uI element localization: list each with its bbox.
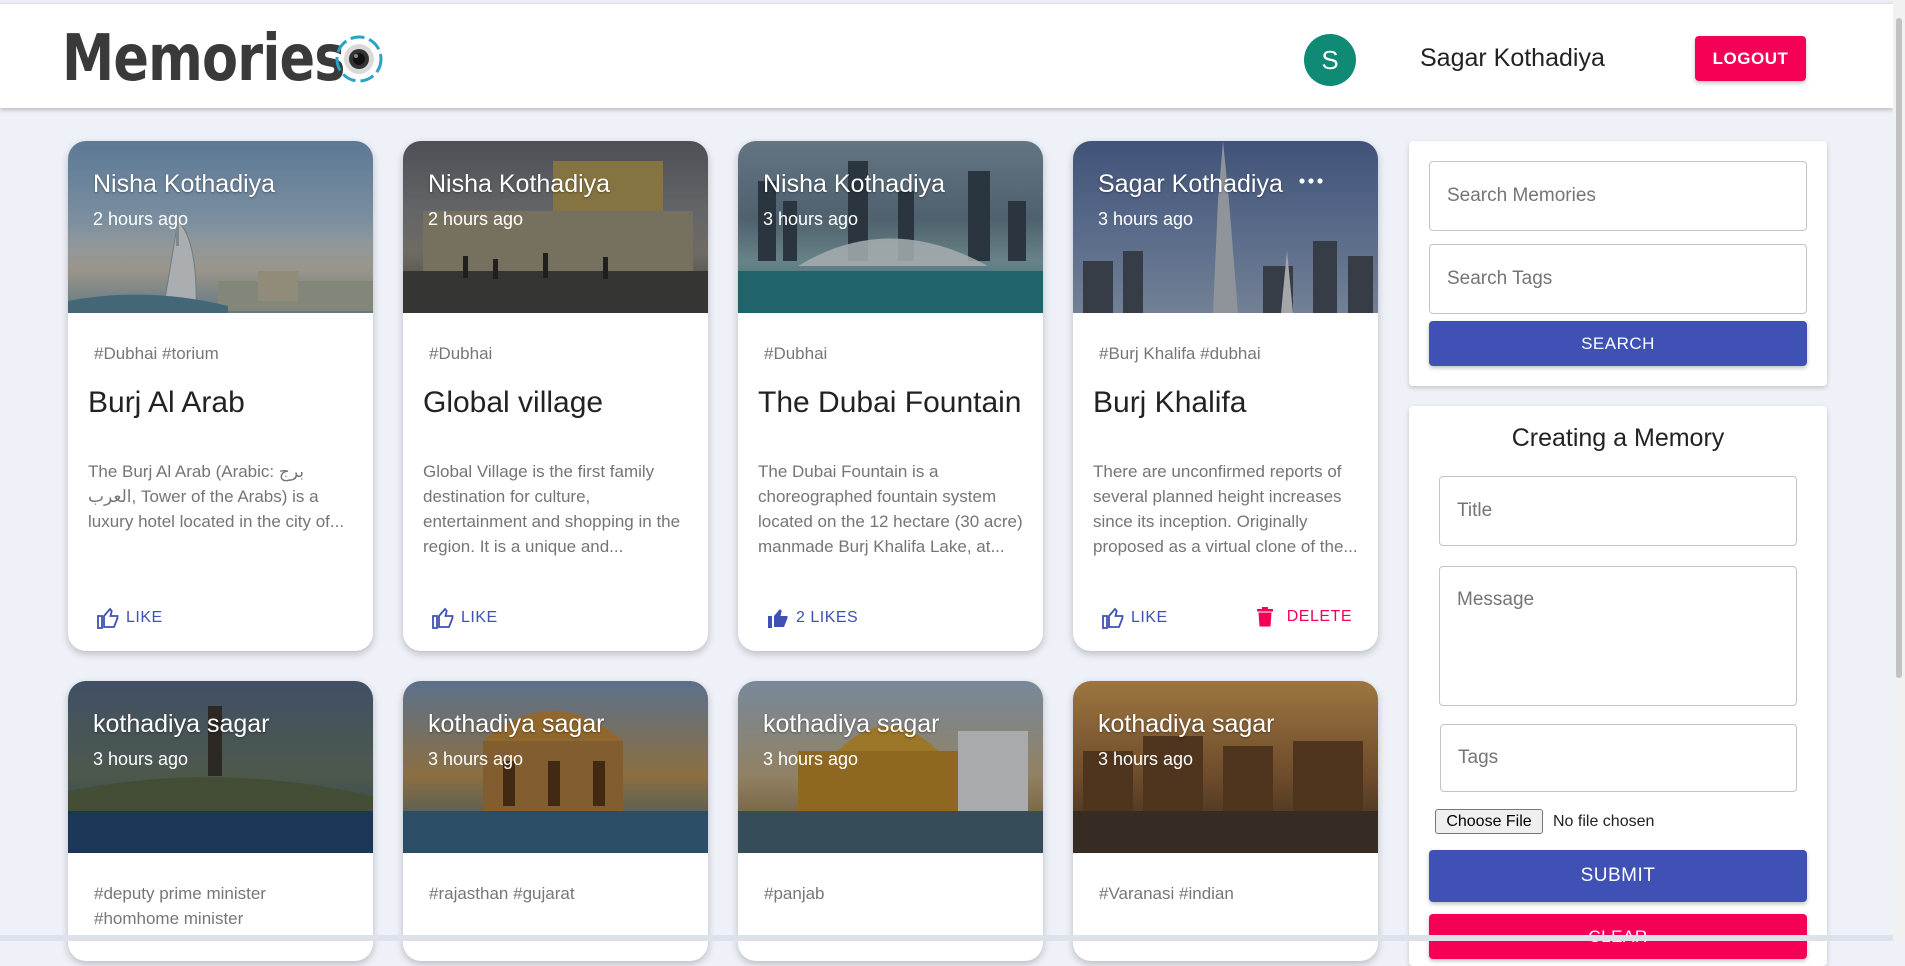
card-image: Nisha Kothadiya 2 hours ago xyxy=(68,141,373,313)
avatar[interactable]: S xyxy=(1304,34,1356,86)
thumb-up-outline-icon xyxy=(97,607,119,629)
memory-card: kothadiya sagar 3 hours ago #deputy prim… xyxy=(68,681,373,961)
like-button[interactable]: 2 LIKES xyxy=(766,607,858,629)
user-name: Sagar Kothadiya xyxy=(1420,44,1605,72)
logout-button[interactable]: LOGOUT xyxy=(1695,36,1806,81)
card-time: 3 hours ago xyxy=(93,749,189,769)
card-tags: #Varanasi #indian xyxy=(1099,884,1234,903)
card-author: Nisha Kothadiya xyxy=(428,170,611,198)
create-memory-form: Creating a Memory Title Message Tags Cho… xyxy=(1409,406,1827,966)
delete-button[interactable]: DELETE xyxy=(1256,607,1352,627)
search-memories-input[interactable]: Search Memories xyxy=(1429,161,1807,231)
memory-card: kothadiya sagar 3 hours ago #rajasthan #… xyxy=(403,681,708,961)
scrollbar-thumb[interactable] xyxy=(1896,18,1902,678)
card-title: The Dubai Fountain xyxy=(758,386,1022,419)
card-time: 3 hours ago xyxy=(763,749,859,769)
card-tags: #deputy prime minister #homhome minister xyxy=(94,884,266,928)
memory-card: Sagar Kothadiya 3 hours ago #Burj Khalif… xyxy=(1073,141,1378,651)
card-tags: #panjab xyxy=(764,884,825,903)
memory-card: kothadiya sagar 3 hours ago #panjab xyxy=(738,681,1043,961)
card-title: Burj Al Arab xyxy=(88,386,245,419)
card-message: Global Village is the first family desti… xyxy=(423,462,681,556)
card-tags: #rajasthan #gujarat xyxy=(429,884,575,903)
search-panel: Search Memories Search Tags SEARCH xyxy=(1409,141,1827,386)
title-field[interactable]: Title xyxy=(1439,476,1797,546)
thumb-up-outline-icon xyxy=(1102,607,1124,629)
card-image: kothadiya sagar 3 hours ago xyxy=(403,681,708,853)
choose-file-button[interactable]: Choose File xyxy=(1435,809,1543,834)
card-image: Nisha Kothadiya 3 hours ago xyxy=(738,141,1043,313)
card-message: The Dubai Fountain is a choreographed fo… xyxy=(758,462,1023,556)
search-tags-placeholder: Search Tags xyxy=(1447,268,1553,289)
card-author: kothadiya sagar xyxy=(93,710,270,738)
form-title: Creating a Memory xyxy=(1511,424,1725,452)
memory-card: Nisha Kothadiya 3 hours ago #Dubhai The … xyxy=(738,141,1043,651)
card-title: Global village xyxy=(423,386,604,419)
like-label: LIKE xyxy=(1131,609,1168,626)
card-author: kothadiya sagar xyxy=(763,710,940,738)
memory-card: Nisha Kothadiya 2 hours ago #Dubhai Glob… xyxy=(403,141,708,651)
card-time: 3 hours ago xyxy=(763,209,859,229)
like-button[interactable]: LIKE xyxy=(96,607,163,629)
card-tags: #Dubhai xyxy=(764,344,828,363)
card-image: kothadiya sagar 3 hours ago xyxy=(68,681,373,853)
like-button[interactable]: LIKE xyxy=(1101,607,1168,629)
card-time: 3 hours ago xyxy=(1098,749,1194,769)
like-label: 2 LIKES xyxy=(796,609,859,626)
app-bar: Memories S Sagar Kothadiya LOGOUT xyxy=(0,3,1893,108)
message-field[interactable]: Message xyxy=(1439,566,1797,706)
card-time: 3 hours ago xyxy=(1098,209,1194,229)
search-button[interactable]: SEARCH xyxy=(1429,321,1807,366)
card-author: kothadiya sagar xyxy=(1098,710,1275,738)
search-memories-placeholder: Search Memories xyxy=(1447,185,1596,206)
thumb-up-filled-icon xyxy=(768,609,788,628)
page-scrollbar[interactable] xyxy=(1893,0,1905,941)
bottom-edge xyxy=(0,935,1893,941)
card-image: kothadiya sagar 3 hours ago xyxy=(1073,681,1378,853)
more-horiz-icon[interactable] xyxy=(1299,177,1323,185)
card-tags: #Dubhai #torium xyxy=(94,344,219,363)
card-message: The Burj Al Arab (Arabic: برج العرب, Tow… xyxy=(88,462,345,531)
card-message: There are unconfirmed reports of several… xyxy=(1093,462,1358,556)
delete-label: DELETE xyxy=(1286,608,1352,625)
card-image: Sagar Kothadiya 3 hours ago xyxy=(1073,141,1378,313)
card-author: Sagar Kothadiya xyxy=(1098,170,1283,198)
message-placeholder: Message xyxy=(1457,589,1535,610)
memory-card: kothadiya sagar 3 hours ago #Varanasi #i… xyxy=(1073,681,1378,961)
card-author: Nisha Kothadiya xyxy=(763,170,946,198)
tags-placeholder: Tags xyxy=(1458,747,1499,768)
memories-logo-icon xyxy=(335,35,383,83)
card-image: Nisha Kothadiya 2 hours ago xyxy=(403,141,708,313)
card-author: Nisha Kothadiya xyxy=(93,170,276,198)
card-image: kothadiya sagar 3 hours ago xyxy=(738,681,1043,853)
card-tags: #Burj Khalifa #dubhai xyxy=(1099,344,1261,363)
card-time: 2 hours ago xyxy=(93,209,189,229)
search-tags-input[interactable]: Search Tags xyxy=(1429,244,1807,314)
like-button[interactable]: LIKE xyxy=(431,607,498,629)
like-label: LIKE xyxy=(126,609,163,626)
delete-icon xyxy=(1256,607,1273,627)
card-tags: #Dubhai xyxy=(429,344,493,363)
card-time: 3 hours ago xyxy=(428,749,524,769)
card-author: kothadiya sagar xyxy=(428,710,605,738)
tags-field[interactable]: Tags xyxy=(1440,724,1797,792)
memory-card: Nisha Kothadiya 2 hours ago #Dubhai #tor… xyxy=(68,141,373,651)
like-label: LIKE xyxy=(461,609,498,626)
file-status: No file chosen xyxy=(1553,813,1655,830)
title-placeholder: Title xyxy=(1457,500,1493,521)
brand-title[interactable]: Memories xyxy=(62,22,346,96)
card-time: 2 hours ago xyxy=(428,209,524,229)
submit-button[interactable]: SUBMIT xyxy=(1429,850,1807,902)
thumb-up-outline-icon xyxy=(432,607,454,629)
card-title: Burj Khalifa xyxy=(1093,386,1247,419)
